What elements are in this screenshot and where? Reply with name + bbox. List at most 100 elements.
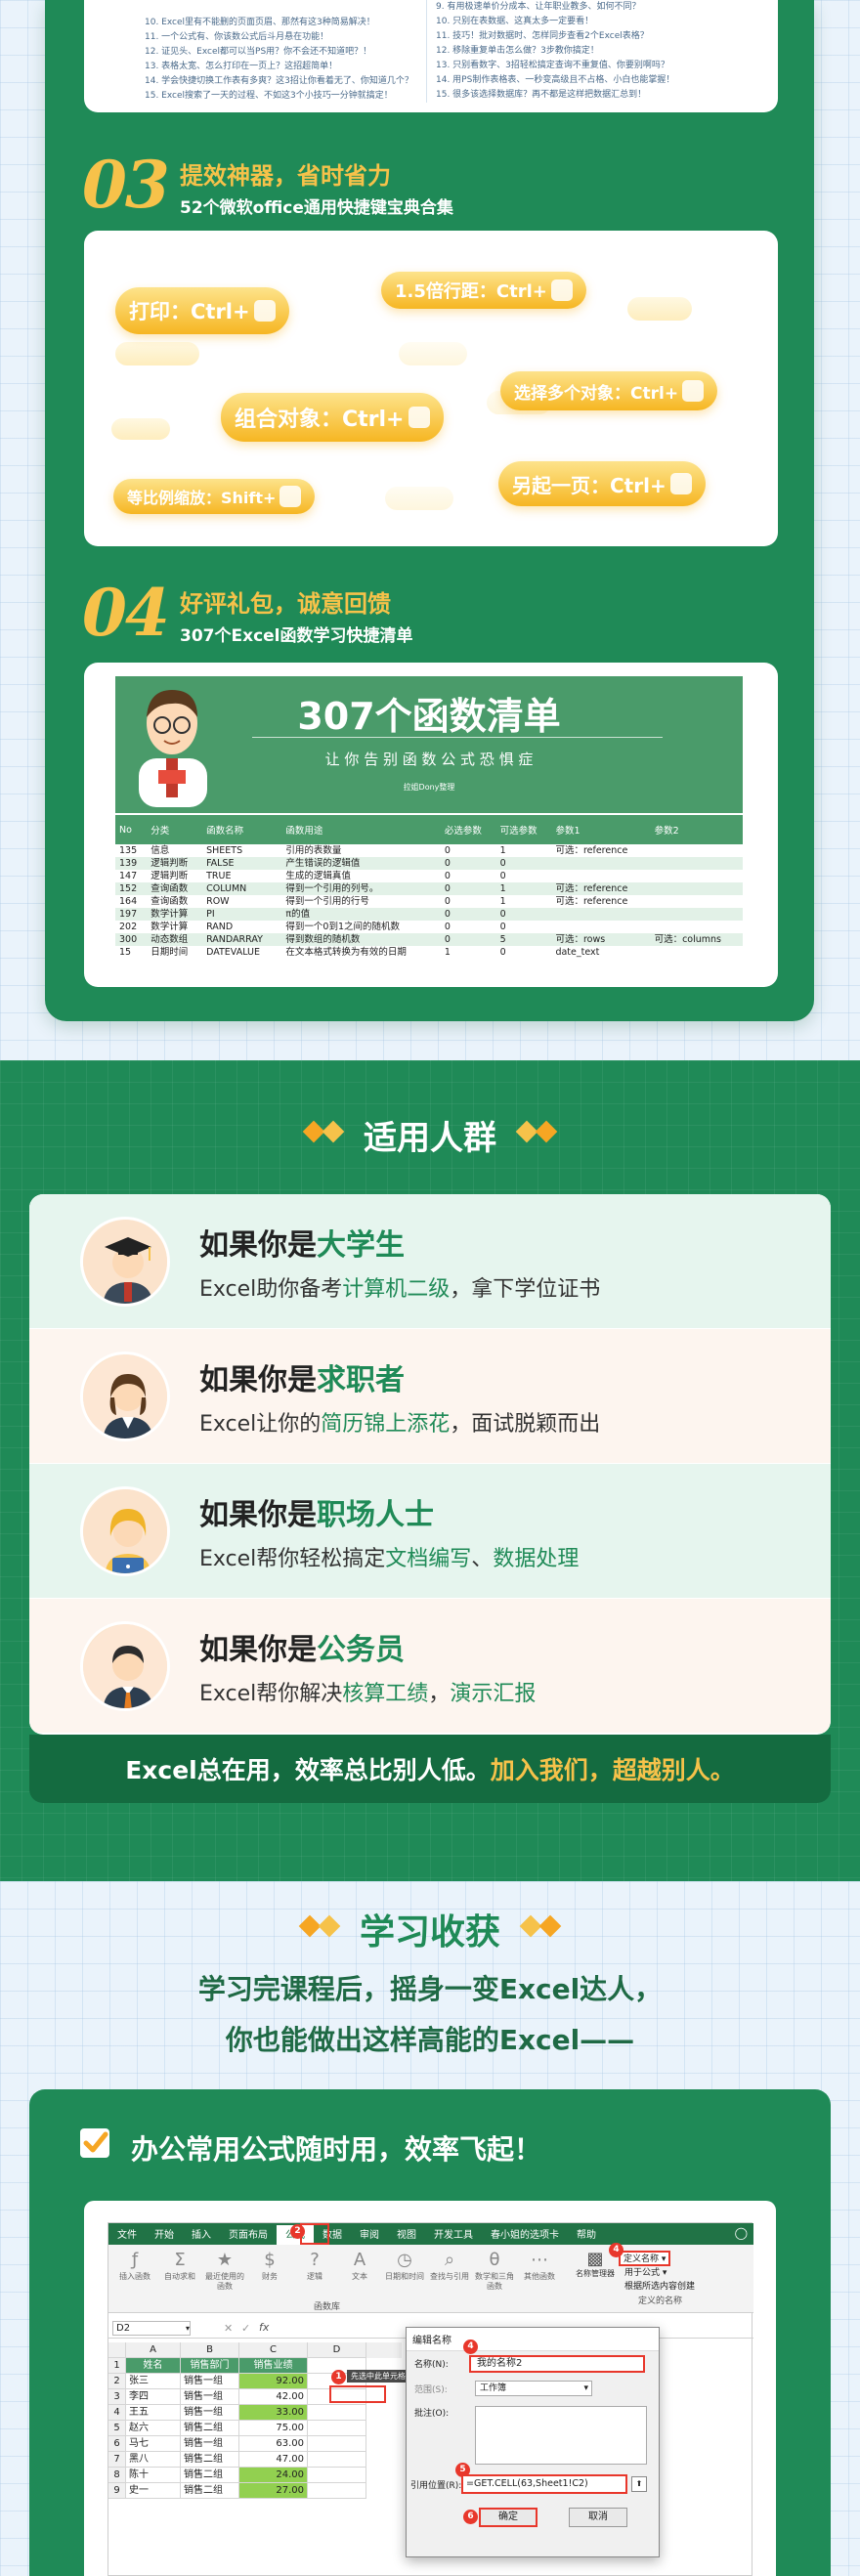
ribbon-button[interactable]: ⌕ 查找与引用	[427, 2249, 472, 2297]
sheet-cell[interactable]: 销售二组	[181, 2452, 239, 2468]
sheet-row: 7 黑八 销售二组 47.00	[108, 2452, 402, 2468]
ribbon-button[interactable]: θ 数学和三角函数	[472, 2249, 517, 2297]
table-cell: 逻辑判断	[150, 871, 189, 881]
key-icon	[669, 473, 692, 494]
ref-input[interactable]: =GET.CELL(63,Sheet1!C2)	[461, 2474, 627, 2494]
sheet-cell[interactable]: 销售二组	[181, 2483, 239, 2499]
sheet-cell[interactable]: 92.00	[239, 2374, 308, 2389]
row-number[interactable]: 2	[108, 2374, 126, 2389]
row-number[interactable]: 8	[108, 2468, 126, 2483]
ribbon-tab[interactable]: 插入	[183, 2225, 220, 2247]
selected-cell-d2[interactable]	[329, 2385, 386, 2403]
name-box[interactable]: D2 ▾	[112, 2321, 191, 2336]
name-manager-button[interactable]: ▩ 名称管理器	[576, 2249, 615, 2296]
ghost-pill	[399, 342, 467, 365]
sheet-cell[interactable]: 33.00	[239, 2405, 308, 2421]
tips-list-card: 10. Excel里有不能删的页面页眉、那然有这3种简易解决！ 11. 一个公式…	[84, 0, 778, 112]
ribbon-button[interactable]: ◷ 日期和时间	[382, 2249, 427, 2297]
sheet-cell[interactable]: 陈十	[126, 2468, 181, 2483]
ribbon-buttons: ƒ 插入函数 Σ 自动求和 ★ 最近使用的函数 $ 财务? 逻辑 A 文本 ◷ 日期和时间 ⌕ 查找与引用 θ…	[112, 2249, 572, 2297]
sheet-cell[interactable]: 销售业绩	[239, 2358, 308, 2374]
column-header[interactable]: D	[308, 2342, 366, 2358]
define-name-button[interactable]: 定义名称 ▾	[619, 2251, 671, 2266]
sheet-cell[interactable]: 75.00	[239, 2421, 308, 2436]
ribbon-tab[interactable]: 帮助	[568, 2225, 605, 2247]
row-number[interactable]: 6	[108, 2436, 126, 2452]
column-header[interactable]: B	[181, 2342, 239, 2358]
sheet-cell[interactable]: 李四	[126, 2389, 181, 2405]
sheet-cell[interactable]: 赵六	[126, 2421, 181, 2436]
ribbon-tab[interactable]: 春小姐的选项卡	[482, 2225, 568, 2247]
sheet-cell[interactable]	[308, 2421, 366, 2436]
sheet-cell[interactable]: 63.00	[239, 2436, 308, 2452]
table-cell: 0	[444, 871, 451, 881]
sheet-cell[interactable]: 销售一组	[181, 2405, 239, 2421]
table-cell: 0	[495, 908, 552, 921]
ribbon-button[interactable]: ★ 最近使用的函数	[202, 2249, 247, 2297]
excel-window: 文件开始插入页面布局公式数据审阅视图开发工具春小姐的选项卡帮助 ◯ ƒ插入函数Σ…	[108, 2222, 753, 2576]
row-number[interactable]: 3	[108, 2389, 126, 2405]
sheet-cell[interactable]	[308, 2483, 366, 2499]
ribbon-button[interactable]: Σ 自动求和	[157, 2249, 202, 2297]
ok-button[interactable]: 确定	[479, 2508, 538, 2527]
key-icon	[408, 407, 430, 428]
sheet-cell[interactable]: 27.00	[239, 2483, 308, 2499]
ribbon-tab[interactable]: 开始	[146, 2225, 183, 2247]
column-header[interactable]: C	[239, 2342, 308, 2358]
ref-label: 引用位置(R):	[410, 2481, 462, 2491]
sheet-cell[interactable]: 销售一组	[181, 2374, 239, 2389]
name-input[interactable]: 我的名称2	[469, 2355, 645, 2373]
cancel-icon[interactable]: ✕	[224, 2322, 233, 2335]
ribbon-button[interactable]: $ 财务	[247, 2249, 292, 2297]
row-number[interactable]: 9	[108, 2483, 126, 2499]
table-cell: 0	[495, 857, 552, 870]
ribbon-button[interactable]: A 文本	[337, 2249, 382, 2297]
sheet-cell[interactable]: 张三	[126, 2374, 181, 2389]
sheet-cell[interactable]: 42.00	[239, 2389, 308, 2405]
row-number[interactable]: 5	[108, 2421, 126, 2436]
ribbon-tab[interactable]: 视图	[388, 2225, 425, 2247]
sheet-cell[interactable]: 销售一组	[181, 2436, 239, 2452]
scope-select[interactable]: 工作簿 ▾	[475, 2381, 592, 2396]
sheet-cell[interactable]: 姓名	[126, 2358, 181, 2374]
fx-icon[interactable]: fx	[259, 2321, 269, 2334]
sheet-cell[interactable]: 销售一组	[181, 2389, 239, 2405]
comment-textarea[interactable]	[475, 2406, 647, 2465]
column-header[interactable]: A	[126, 2342, 181, 2358]
check-icon	[80, 2128, 109, 2158]
lightbulb-icon[interactable]: ◯	[735, 2226, 748, 2240]
ribbon-tab[interactable]: 页面布局	[220, 2225, 277, 2247]
sheet-cell[interactable]	[308, 2436, 366, 2452]
row-number[interactable]: 4	[108, 2405, 126, 2421]
use-in-formula-button[interactable]: 用于公式 ▾	[619, 2266, 736, 2280]
collapse-dialog-icon[interactable]: ⬆	[631, 2476, 647, 2492]
sheet-cell[interactable]: 史一	[126, 2483, 181, 2499]
sheet-cell[interactable]	[308, 2452, 366, 2468]
ribbon-tab[interactable]: 审阅	[351, 2225, 388, 2247]
ribbon-button[interactable]: ƒ 插入函数	[112, 2249, 157, 2297]
audience-footer-white: Excel总在用，效率总比别人低。	[125, 1756, 491, 1784]
sheet-cell[interactable]: 销售二组	[181, 2468, 239, 2483]
create-from-selection-button[interactable]: 根据所选内容创建	[619, 2280, 736, 2294]
row-number[interactable]: 1	[108, 2358, 126, 2374]
ribbon-tab[interactable]: 文件	[108, 2225, 146, 2247]
table-cell	[651, 895, 743, 908]
ribbon-button[interactable]: ? 逻辑	[292, 2249, 337, 2297]
table-cell: RAND	[206, 922, 234, 932]
sheet-cell[interactable]	[308, 2405, 366, 2421]
sheet-cell[interactable]: 销售二组	[181, 2421, 239, 2436]
ribbon-tab[interactable]: 开发工具	[425, 2225, 482, 2247]
ribbon-button[interactable]: ⋯ 其他函数	[517, 2249, 562, 2297]
sheet-cell[interactable]	[308, 2468, 366, 2483]
cancel-button[interactable]: 取消	[569, 2508, 627, 2527]
sheet-row: 4 王五 销售一组 33.00	[108, 2405, 402, 2421]
confirm-icon[interactable]: ✓	[241, 2322, 250, 2335]
row-number[interactable]: 7	[108, 2452, 126, 2468]
sheet-cell[interactable]: 黑八	[126, 2452, 181, 2468]
table-row: 139 逻辑判断 FALSE 产生错误的逻辑值 0 0	[115, 857, 743, 870]
sheet-cell[interactable]: 24.00	[239, 2468, 308, 2483]
sheet-cell[interactable]: 王五	[126, 2405, 181, 2421]
sheet-cell[interactable]: 销售部门	[181, 2358, 239, 2374]
sheet-cell[interactable]: 马七	[126, 2436, 181, 2452]
sheet-cell[interactable]: 47.00	[239, 2452, 308, 2468]
